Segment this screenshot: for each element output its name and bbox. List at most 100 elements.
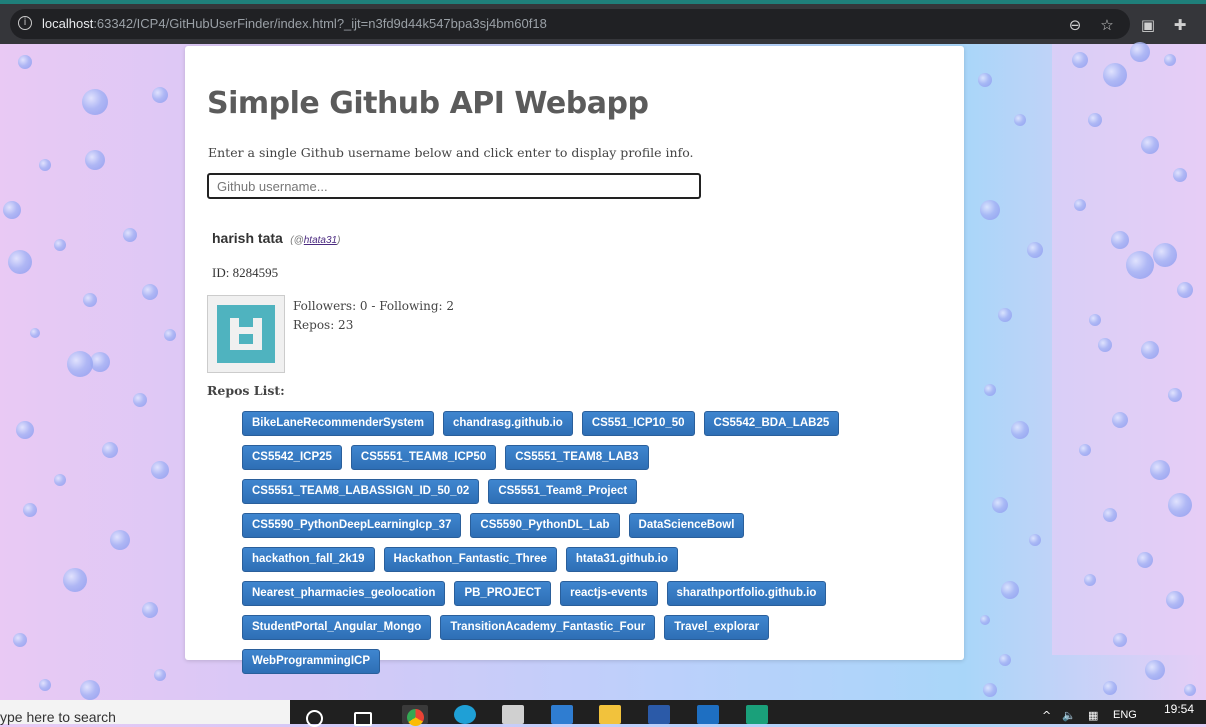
bubble-decoration: [1168, 388, 1182, 402]
bubble-decoration: [1011, 421, 1029, 439]
bubble-decoration: [999, 654, 1011, 666]
bubble-decoration: [1103, 681, 1117, 695]
bubble-decoration: [980, 615, 990, 625]
repo-button[interactable]: sharathportfolio.github.io: [666, 581, 827, 606]
bubble-decoration: [1126, 251, 1154, 279]
profile-full-name: harish tata: [212, 230, 283, 246]
bubble-decoration: [980, 200, 1000, 220]
mail-icon[interactable]: [551, 705, 573, 724]
bubble-decoration: [54, 474, 66, 486]
identicon-image: [208, 296, 284, 372]
bubble-decoration: [1001, 581, 1019, 599]
bubble-decoration: [1141, 136, 1159, 154]
repo-button[interactable]: TransitionAcademy_Fantastic_Four: [440, 615, 656, 640]
bubble-decoration: [123, 228, 137, 242]
info-icon[interactable]: i: [18, 16, 32, 30]
repo-button[interactable]: hackathon_fall_2k19: [242, 547, 375, 572]
bubble-decoration: [63, 568, 87, 592]
profile-handle: (@htata31): [290, 235, 341, 246]
bubble-decoration: [1103, 508, 1117, 522]
bubble-decoration: [23, 503, 37, 517]
bubble-decoration: [67, 351, 93, 377]
repo-button[interactable]: reactjs-events: [560, 581, 658, 606]
repo-button[interactable]: CS5542_ICP25: [242, 445, 342, 470]
repos-list-heading: Repos List:: [207, 383, 285, 398]
network-icon[interactable]: ▦: [1088, 709, 1098, 722]
bubble-decoration: [1089, 314, 1101, 326]
bubble-decoration: [1014, 114, 1026, 126]
repo-button[interactable]: BikeLaneRecommenderSystem: [242, 411, 434, 436]
cortana-icon[interactable]: [306, 710, 323, 727]
repo-button[interactable]: CS5551_TEAM8_ICP50: [350, 445, 497, 470]
taskbar-search-box[interactable]: ype here to search: [0, 700, 290, 725]
word-icon[interactable]: [648, 705, 670, 724]
profile-handle-link[interactable]: htata31: [304, 235, 337, 246]
repo-button[interactable]: chandrasg.github.io: [442, 411, 573, 436]
bubble-decoration: [30, 328, 40, 338]
bubble-decoration: [102, 442, 118, 458]
repo-button[interactable]: htata31.github.io: [565, 547, 678, 572]
outlook-icon[interactable]: [697, 705, 719, 724]
bubble-decoration: [1113, 633, 1127, 647]
repo-button[interactable]: WebProgrammingICP: [242, 649, 380, 674]
bubble-decoration: [1145, 660, 1165, 680]
username-search-input[interactable]: [207, 173, 701, 199]
puzzle-icon[interactable]: ✚: [1171, 16, 1189, 34]
bubble-decoration: [1103, 63, 1127, 87]
bubble-decoration: [1098, 338, 1112, 352]
bookmark-star-icon[interactable]: ☆: [1098, 16, 1116, 34]
repo-button[interactable]: CS5551_TEAM8_LABASSIGN_ID_50_02: [242, 479, 480, 504]
profile-stats: Followers: 0 - Following: 2 Repos: 23: [293, 297, 454, 335]
file-explorer-icon[interactable]: [599, 705, 621, 724]
bubble-decoration: [992, 497, 1008, 513]
bubble-decoration: [151, 461, 169, 479]
bubble-decoration: [1088, 113, 1102, 127]
clock-time[interactable]: 19:54: [1164, 702, 1194, 716]
store-icon[interactable]: [502, 705, 524, 724]
bubble-decoration: [39, 679, 51, 691]
volume-icon[interactable]: 🔈: [1062, 709, 1076, 722]
address-bar[interactable]: i localhost:63342/ICP4/GitHubUserFinder/…: [10, 9, 1130, 39]
repo-button[interactable]: CS5551_Team8_Project: [488, 479, 638, 504]
repo-button[interactable]: Travel_explorar: [664, 615, 770, 640]
repo-button[interactable]: CS5590_PythonDeepLearningIcp_37: [242, 513, 462, 538]
bubble-decoration: [1072, 52, 1088, 68]
bubble-decoration: [1074, 199, 1086, 211]
page-title: Simple Github API Webapp: [207, 86, 649, 121]
bubble-decoration: [1184, 684, 1196, 696]
bubble-decoration: [1027, 242, 1043, 258]
repo-button[interactable]: CS5542_BDA_LAB25: [703, 411, 840, 436]
repo-button[interactable]: DataScienceBowl: [628, 513, 745, 538]
bubble-decoration: [1130, 42, 1150, 62]
webstorm-icon[interactable]: [746, 705, 768, 724]
tray-chevron-icon[interactable]: ^: [1042, 709, 1051, 722]
zoom-out-icon[interactable]: ⊖: [1066, 16, 1084, 34]
repo-button[interactable]: StudentPortal_Angular_Mongo: [242, 615, 432, 640]
chrome-taskbar-icon[interactable]: [402, 705, 428, 726]
bubble-decoration: [164, 329, 176, 341]
repo-button[interactable]: CS551_ICP10_50: [581, 411, 695, 436]
bubble-decoration: [984, 384, 996, 396]
bubble-decoration: [83, 293, 97, 307]
repo-button[interactable]: Hackathon_Fantastic_Three: [383, 547, 557, 572]
bubble-decoration: [1112, 412, 1128, 428]
language-indicator[interactable]: ENG: [1113, 709, 1137, 721]
repo-button[interactable]: CS5551_TEAM8_LAB3: [505, 445, 649, 470]
page-subtitle: Enter a single Github username below and…: [208, 145, 694, 160]
background-panel: [1052, 44, 1206, 655]
edge-icon[interactable]: [454, 705, 476, 724]
extension-square-icon[interactable]: ▣: [1139, 16, 1157, 34]
repo-button[interactable]: PB_PROJECT: [454, 581, 552, 606]
url-text[interactable]: localhost:63342/ICP4/GitHubUserFinder/in…: [42, 16, 547, 31]
repo-button[interactable]: Nearest_pharmacies_geolocation: [242, 581, 446, 606]
repo-count-text: Repos: 23: [293, 318, 354, 332]
bubble-decoration: [1166, 591, 1184, 609]
bubble-decoration: [82, 89, 108, 115]
followers-following-text: Followers: 0 - Following: 2: [293, 299, 455, 313]
bubble-decoration: [1168, 493, 1192, 517]
bubble-decoration: [8, 250, 32, 274]
repo-button[interactable]: CS5590_PythonDL_Lab: [470, 513, 620, 538]
bubble-decoration: [1153, 243, 1177, 267]
browser-toolbar: i localhost:63342/ICP4/GitHubUserFinder/…: [0, 0, 1206, 44]
bubble-decoration: [142, 602, 158, 618]
